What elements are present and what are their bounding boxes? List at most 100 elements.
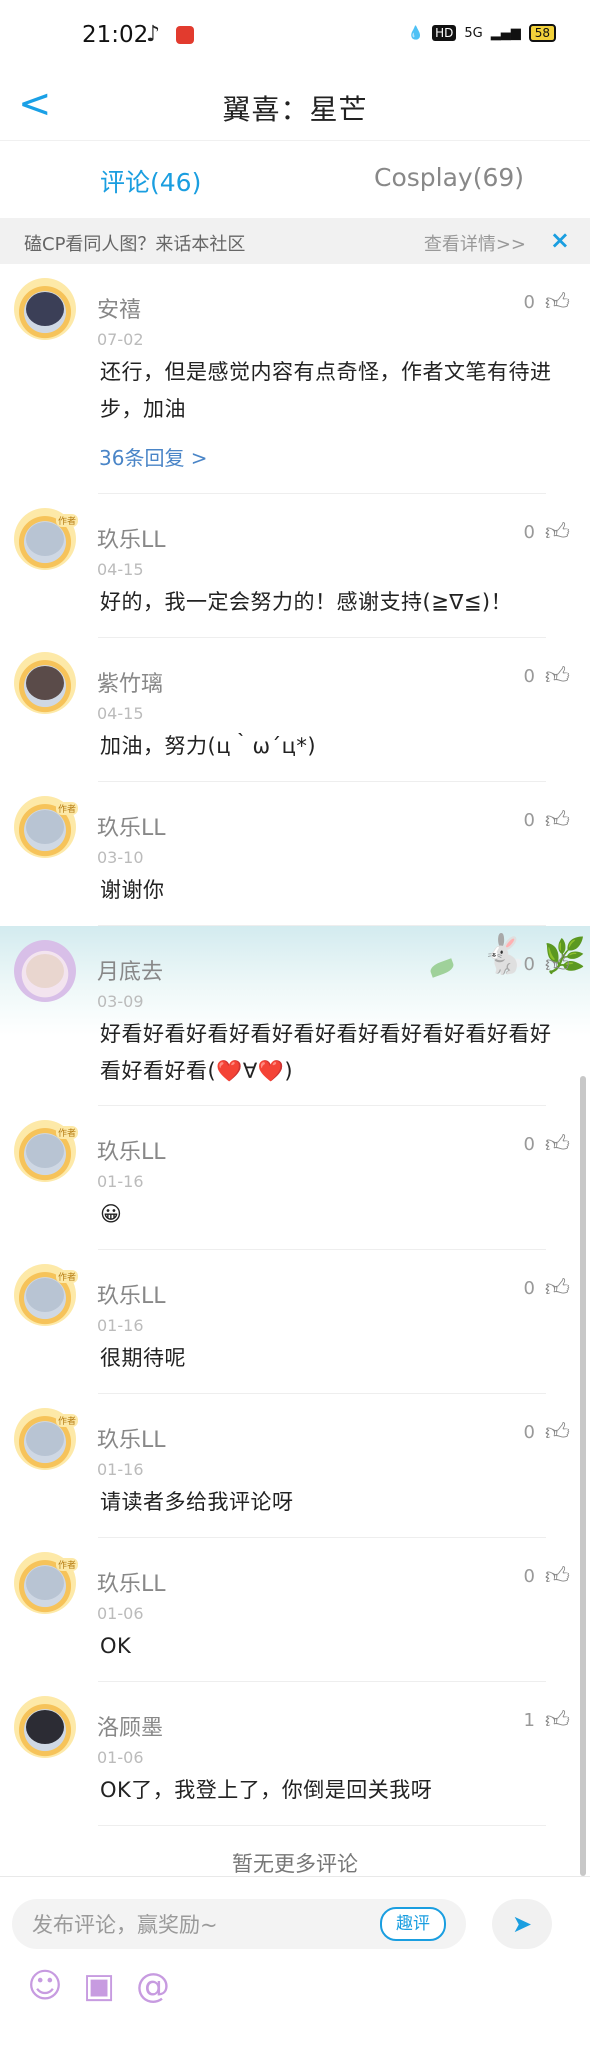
comment-item: 作者 玖乐LL 01-16 0 👍︎ 😀 <box>0 1106 590 1250</box>
like-group[interactable]: 0 👍︎ <box>523 1418 570 1447</box>
scrollbar[interactable] <box>580 1076 586 1876</box>
author-badge: 作者 <box>55 1126 78 1139</box>
signal-icon: ▂▄▆ <box>490 25 521 41</box>
like-count: 0 <box>523 666 535 687</box>
divider <box>98 1825 546 1826</box>
avatar[interactable]: 作者 <box>14 1552 78 1614</box>
like-group[interactable]: 0 👍︎ <box>523 1130 570 1159</box>
avatar[interactable]: 作者 <box>14 1408 78 1470</box>
like-group[interactable]: 0 👍︎ <box>523 1562 570 1591</box>
comment-input-box[interactable]: 趣评 <box>12 1899 466 1949</box>
like-group[interactable]: 0 👍︎ <box>523 806 570 835</box>
tab-comments[interactable]: 评论(46) <box>100 163 201 199</box>
send-icon[interactable]: ➤ <box>492 1899 552 1949</box>
avatar-face <box>26 810 64 844</box>
like-group[interactable]: 0 👍︎ <box>523 950 570 979</box>
comment-author[interactable]: 玖乐LL <box>97 1422 166 1454</box>
avatar[interactable]: 作者 <box>14 796 78 858</box>
comment-item: 作者 玖乐LL 04-15 0 👍︎ 好的，我一定会努力的！感谢支持(≧∇≦)！ <box>0 494 590 638</box>
like-group[interactable]: 0 👍︎ <box>523 1274 570 1303</box>
thumbs-up-icon[interactable]: 👍︎ <box>545 662 570 691</box>
thumbs-up-icon[interactable]: 👍︎ <box>545 1706 570 1735</box>
thumbs-up-icon[interactable]: 👍︎ <box>545 1130 570 1159</box>
at-icon[interactable]: @ <box>130 1963 176 2009</box>
quick-comment-button[interactable]: 趣评 <box>380 1907 446 1941</box>
like-count: 0 <box>523 522 535 543</box>
banner-details-link[interactable]: 查看详情>> <box>424 230 526 256</box>
emoji-icon[interactable]: ☺ <box>22 1963 68 2009</box>
comment-date: 01-16 <box>97 1316 144 1335</box>
status-bar: 21:02 ♪ 💧 HD 5G ▂▄▆ 58 <box>0 0 590 76</box>
banner-text: 磕CP看同人图？来话本社区 <box>24 234 246 255</box>
tab-cosplay[interactable]: Cosplay(69) <box>374 163 524 192</box>
like-group[interactable]: 1 👍︎ <box>523 1706 570 1735</box>
comment-text: 😀 <box>100 1202 123 1226</box>
comment-author[interactable]: 安禧 <box>97 292 141 324</box>
author-badge: 作者 <box>55 514 78 527</box>
avatar-face <box>26 1566 64 1600</box>
comment-item: 安禧 07-02 0 👍︎ 还行，但是感觉内容有点奇怪，作者文笔有待进步，加油 3… <box>0 264 590 494</box>
comment-author[interactable]: 洛顾墨 <box>97 1710 163 1742</box>
thumbs-up-icon[interactable]: 👍︎ <box>545 1562 570 1591</box>
like-count: 1 <box>523 1710 535 1731</box>
comment-author[interactable]: 玖乐LL <box>97 1278 166 1310</box>
replies-link[interactable]: 36条回复 > <box>99 442 208 471</box>
status-icons: 💧 HD 5G ▂▄▆ 58 <box>408 24 556 42</box>
comment-author[interactable]: 玖乐LL <box>97 522 166 554</box>
app-notification-icon <box>176 26 194 44</box>
comment-item: 洛顾墨 01-06 1 👍︎ OK了，我登上了，你倒是回关我呀 <box>0 1682 590 1826</box>
comment-author[interactable]: 月底去 <box>97 954 163 986</box>
avatar[interactable] <box>14 940 76 1002</box>
avatar[interactable]: 作者 <box>14 1120 78 1182</box>
comment-date: 04-15 <box>97 560 144 579</box>
thumbs-up-icon[interactable]: 👍︎ <box>545 950 570 979</box>
comment-item: 作者 玖乐LL 01-16 0 👍︎ 请读者多给我评论呀 <box>0 1394 590 1538</box>
comment-text: 好的，我一定会努力的！感谢支持(≧∇≦)！ <box>100 590 513 614</box>
comment-author[interactable]: 玖乐LL <box>97 1134 166 1166</box>
comment-author[interactable]: 紫竹璃 <box>97 666 163 698</box>
avatar-face <box>26 522 64 556</box>
avatar-face <box>26 954 64 988</box>
comment-author[interactable]: 玖乐LL <box>97 1566 166 1598</box>
like-group[interactable]: 0 👍︎ <box>523 288 570 317</box>
comment-date: 03-10 <box>97 848 144 867</box>
like-count: 0 <box>523 1422 535 1443</box>
comment-date: 07-02 <box>97 330 144 349</box>
avatar[interactable]: 作者 <box>14 508 78 570</box>
comment-author[interactable]: 玖乐LL <box>97 810 166 842</box>
image-icon[interactable]: ▣ <box>76 1963 122 2009</box>
thumbs-up-icon[interactable]: 👍︎ <box>545 518 570 547</box>
like-group[interactable]: 0 👍︎ <box>523 518 570 547</box>
comment-text: 加油，努力(ц｀ω´ц*) <box>100 734 317 758</box>
tab-bar: 评论(46) Cosplay(69) <box>0 140 590 217</box>
hd-icon: HD <box>432 25 457 41</box>
comment-text: 好看好看好看好看好看好看好看好看好看好看好看好看好看(❤️∀❤️) <box>100 1022 552 1083</box>
header: < 翼喜：星芒 <box>0 76 590 136</box>
avatar[interactable] <box>14 1696 76 1758</box>
close-icon[interactable]: × <box>550 226 570 254</box>
status-time: 21:02 <box>82 22 149 48</box>
comment-text: OK了，我登上了，你倒是回关我呀 <box>100 1778 433 1802</box>
thumbs-up-icon[interactable]: 👍︎ <box>545 1274 570 1303</box>
like-count: 0 <box>523 1566 535 1587</box>
avatar[interactable] <box>14 652 76 714</box>
comment-date: 01-16 <box>97 1172 144 1191</box>
comment-date: 03-09 <box>97 992 144 1011</box>
avatar[interactable] <box>14 278 76 340</box>
promo-banner[interactable]: 磕CP看同人图？来话本社区 查看详情>> × <box>0 218 590 264</box>
thumbs-up-icon[interactable]: 👍︎ <box>545 806 570 835</box>
thumbs-up-icon[interactable]: 👍︎ <box>545 1418 570 1447</box>
thumbs-up-icon[interactable]: 👍︎ <box>545 288 570 317</box>
battery-icon: 58 <box>528 24 556 42</box>
comment-text: 请读者多给我评论呀 <box>100 1490 294 1514</box>
comment-item: 作者 玖乐LL 03-10 0 👍︎ 谢谢你 <box>0 782 590 926</box>
author-badge: 作者 <box>55 1270 78 1283</box>
leaf-decoration <box>428 958 456 978</box>
like-group[interactable]: 0 👍︎ <box>523 662 570 691</box>
comment-list: 安禧 07-02 0 👍︎ 还行，但是感觉内容有点奇怪，作者文笔有待进步，加油 3… <box>0 264 590 1826</box>
comment-date: 04-15 <box>97 704 144 723</box>
avatar[interactable]: 作者 <box>14 1264 78 1326</box>
comment-input[interactable] <box>30 1907 364 1943</box>
comment-date: 01-16 <box>97 1460 144 1479</box>
avatar-face <box>26 666 64 700</box>
